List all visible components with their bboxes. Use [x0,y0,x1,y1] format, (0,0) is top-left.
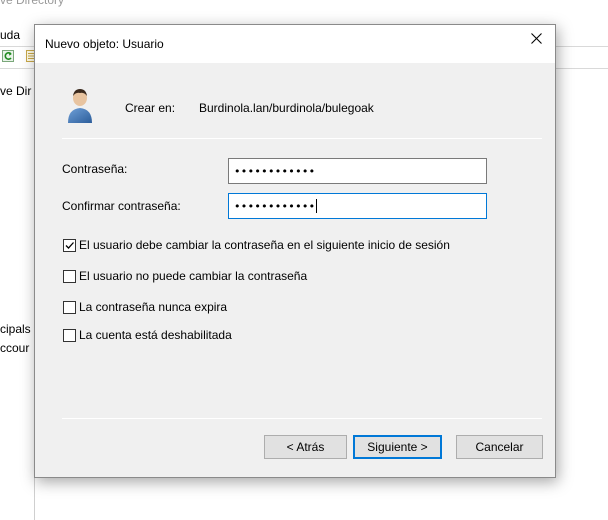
create-in-label: Crear en: [125,101,176,115]
close-button[interactable] [517,25,555,55]
checkbox-must-change-password[interactable] [63,238,76,252]
option-password-never-expires[interactable]: La contraseña nunca expira [63,300,227,314]
option-account-disabled-label: La cuenta está deshabilitada [79,328,232,342]
close-icon [530,33,542,47]
checkbox-account-disabled[interactable] [63,328,76,342]
separator-bottom [62,418,542,419]
background-window-title: ve Directory [0,0,65,7]
option-must-change-password[interactable]: El usuario debe cambiar la contraseña en… [63,238,450,252]
password-value: •••••••••••• [234,164,316,178]
option-account-disabled[interactable]: La cuenta está deshabilitada [63,328,232,342]
dialog-title: Nuevo objeto: Usuario [45,37,164,51]
tree-item-root[interactable]: ve Dir [0,84,31,98]
password-label: Contraseña: [62,162,128,176]
confirm-password-field[interactable]: •••••••••••• [228,193,487,219]
cancel-button[interactable]: Cancelar [456,435,543,459]
new-user-dialog: Nuevo objeto: Usuario Crear en: Burdinol… [34,24,556,478]
background-menu-help[interactable]: uda [0,28,20,46]
create-in-path: Burdinola.lan/burdinola/bulegoak [199,101,374,115]
checkbox-password-never-expires[interactable] [63,300,76,314]
option-cannot-change-password[interactable]: El usuario no puede cambiar la contraseñ… [63,269,307,283]
option-must-change-password-label: El usuario debe cambiar la contraseña en… [79,238,450,252]
tree-item-principals[interactable]: cipals [0,322,31,336]
user-icon [65,85,95,125]
checkbox-cannot-change-password[interactable] [63,269,76,283]
refresh-icon[interactable] [2,50,14,62]
back-button[interactable]: < Atrás [264,435,347,459]
background-tree-pane: ve Dir cipals ccour [0,72,35,520]
confirm-password-value: •••••••••••• [234,199,316,213]
tree-item-accounts[interactable]: ccour [0,341,29,355]
option-cannot-change-password-label: El usuario no puede cambiar la contraseñ… [79,269,308,283]
password-field[interactable]: •••••••••••• [228,158,487,184]
dialog-titlebar[interactable]: Nuevo objeto: Usuario [35,25,555,63]
separator-top [62,138,542,139]
text-caret [316,199,318,213]
confirm-password-label: Confirmar contraseña: [62,199,181,213]
next-button[interactable]: Siguiente > [353,435,442,459]
option-password-never-expires-label: La contraseña nunca expira [79,300,228,314]
